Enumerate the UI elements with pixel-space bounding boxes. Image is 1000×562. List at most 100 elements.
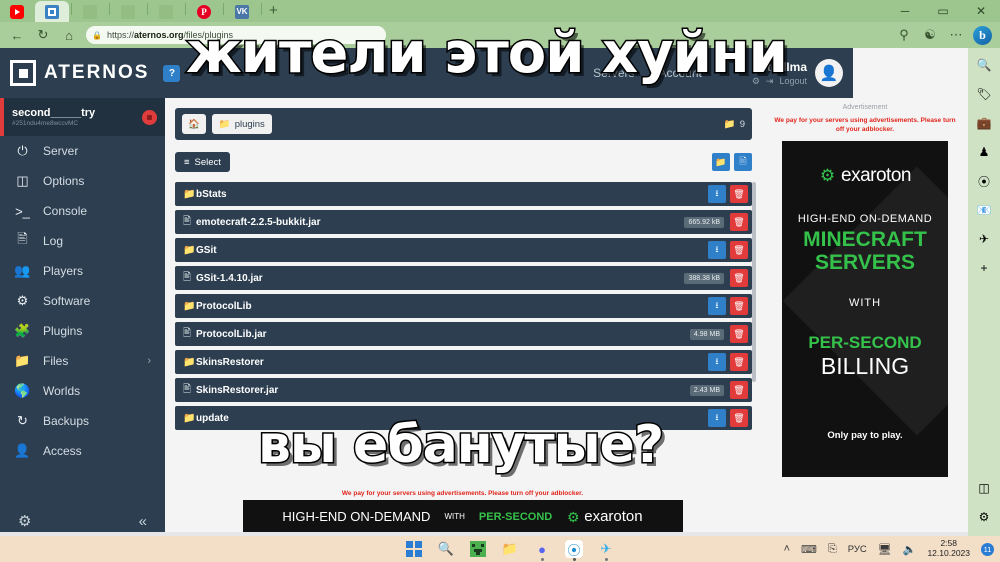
shopping-tag-icon[interactable]: 🏷 xyxy=(975,85,993,103)
browser-tab-aternos[interactable] xyxy=(35,1,69,22)
close-button[interactable]: ✕ xyxy=(962,0,1000,22)
search-icon[interactable]: 🔍 xyxy=(975,56,993,74)
list-scrollbar[interactable] xyxy=(752,182,756,382)
telegram-button[interactable]: ✈ xyxy=(597,540,615,561)
user-lock-icon: 👤 xyxy=(14,443,31,458)
ad-banner[interactable]: ⚙ exaroton HIGH-END ON-DEMAND MINECRAFT … xyxy=(782,140,948,477)
document-icon: 🖹 xyxy=(17,231,28,246)
language-indicator[interactable]: РУС xyxy=(848,544,867,555)
browser-tab-vk[interactable]: VK xyxy=(225,1,259,22)
tab-divider xyxy=(147,3,148,15)
table-row[interactable]: 📁 ProtocolLib ⭳ 🗑 xyxy=(175,294,752,318)
table-row[interactable]: 📁 bStats ⭳ 🗑 xyxy=(175,182,752,206)
table-row[interactable]: 🖹 ProtocolLib.jar 4.98 MB 🗑 xyxy=(175,322,752,346)
keyboard-icon[interactable]: ⌨ xyxy=(801,543,817,556)
browser-tab-5[interactable] xyxy=(149,1,183,22)
file-name: GSit-1.4.10.jar xyxy=(196,272,263,284)
table-row[interactable]: 🖹 emotecraft-2.2.5-bukkit.jar 665.92 kB … xyxy=(175,210,752,234)
volume-icon[interactable]: 🔈 xyxy=(903,543,917,556)
collapse-icon[interactable]: « xyxy=(139,513,147,530)
trash-icon[interactable]: 🗑 xyxy=(730,213,748,231)
row-actions: 🗑 xyxy=(730,269,748,287)
file-explorer-button[interactable]: 📁 xyxy=(501,540,519,558)
sidebar-item-backups[interactable]: ↻ Backups xyxy=(0,406,165,436)
download-icon[interactable]: ⭳ xyxy=(708,297,726,315)
new-file-button[interactable]: 🖹 xyxy=(734,153,752,171)
more-icon[interactable]: ⋯ xyxy=(943,24,969,46)
sidebar-item-server[interactable]: ⏻ Server xyxy=(0,136,165,166)
browser-tab-3[interactable] xyxy=(73,1,107,22)
reload-icon[interactable]: ↻ xyxy=(30,24,56,46)
outlook-icon[interactable]: 📧 xyxy=(975,201,993,219)
start-button[interactable] xyxy=(405,540,423,558)
clock[interactable]: 2:58 12.10.2023 xyxy=(927,538,970,559)
browser-tab-youtube[interactable] xyxy=(0,1,34,22)
sidebar-item-access[interactable]: 👤 Access xyxy=(0,436,165,466)
table-row[interactable]: 📁 SkinsRestorer ⭳ 🗑 xyxy=(175,350,752,374)
new-tab-button[interactable]: + xyxy=(263,2,284,22)
download-icon[interactable]: ⭳ xyxy=(708,353,726,371)
breadcrumb-home[interactable]: 🏠 xyxy=(182,114,206,134)
copilot-icon[interactable]: ⦿ xyxy=(975,172,993,190)
table-row[interactable]: 🖹 GSit-1.4.10.jar 388.38 kB 🗑 xyxy=(175,266,752,290)
browser-tab-pinterest[interactable]: P xyxy=(187,1,221,22)
gear-icon[interactable]: ⚙ xyxy=(18,512,31,530)
maximize-button[interactable]: ▭ xyxy=(924,0,962,22)
bottom-advertisement: We pay for your servers using advertisem… xyxy=(165,488,760,536)
sidebar-item-console[interactable]: >_ Console xyxy=(0,196,165,226)
settings-gear-icon[interactable]: ⚙ xyxy=(975,508,993,526)
browser-tab-4[interactable] xyxy=(111,1,145,22)
sidebar-item-players[interactable]: 👥 Players xyxy=(0,256,165,286)
search-button[interactable]: 🔍 xyxy=(437,540,455,558)
list-icon: ≡ xyxy=(184,156,190,168)
read-aloud-icon[interactable]: ⚲ xyxy=(891,24,917,46)
sidebar-item-options[interactable]: ◫ Options xyxy=(0,166,165,196)
add-icon[interactable]: + xyxy=(975,259,993,277)
ad-banner-bottom[interactable]: HIGH-END ON-DEMAND WITH PER-SECOND ⚙ exa… xyxy=(242,500,683,533)
trash-icon[interactable]: 🗑 xyxy=(730,381,748,399)
avatar[interactable]: 👤 xyxy=(815,59,843,87)
trash-icon[interactable]: 🗑 xyxy=(730,325,748,343)
sidebar-item-log[interactable]: 🖹 Log xyxy=(0,226,165,256)
copilot-bing-button[interactable]: b xyxy=(973,25,992,45)
table-row[interactable]: 📁 GSit ⭳ 🗑 xyxy=(175,238,752,262)
trash-icon[interactable]: 🗑 xyxy=(730,269,748,287)
trash-icon[interactable]: 🗑 xyxy=(730,241,748,259)
network-icon[interactable]: 🖥 xyxy=(878,543,892,556)
back-icon[interactable]: ← xyxy=(4,24,30,46)
download-icon[interactable]: ⭳ xyxy=(708,185,726,203)
sidebar-item-software[interactable]: ⚙ Software xyxy=(0,286,165,316)
help-badge[interactable]: ? xyxy=(163,64,181,82)
touchpad-icon[interactable]: ⎘ xyxy=(828,543,837,556)
notification-badge[interactable]: 11 xyxy=(981,542,994,556)
new-folder-button[interactable]: 📁 xyxy=(712,153,730,171)
ad-line-1: HIGH-END ON-DEMAND xyxy=(282,509,431,524)
sidebar-item-worlds[interactable]: 🌎 Worlds xyxy=(0,376,165,406)
trash-icon[interactable]: 🗑 xyxy=(730,353,748,371)
window-controls: ─ ▭ ✕ xyxy=(886,0,1000,22)
select-button[interactable]: ≡ Select xyxy=(175,152,230,172)
tray-chevron-icon[interactable]: ˄ xyxy=(784,543,790,555)
games-icon[interactable]: ♟ xyxy=(975,143,993,161)
table-row[interactable]: 🖹 SkinsRestorer.jar 2.43 MB 🗑 xyxy=(175,378,752,402)
breadcrumb-plugins[interactable]: 📁 plugins xyxy=(211,114,272,134)
split-screen-icon[interactable]: ◫ xyxy=(975,479,993,497)
download-icon[interactable]: ⭳ xyxy=(708,409,726,427)
collections-icon[interactable]: ☯ xyxy=(917,24,943,46)
tab-divider xyxy=(109,3,110,15)
trash-icon[interactable]: 🗑 xyxy=(730,185,748,203)
download-icon[interactable]: ⭳ xyxy=(708,241,726,259)
server-card[interactable]: second_____try #251ndu4me8wccvMC xyxy=(0,98,165,136)
discord-button[interactable]: ● xyxy=(533,540,551,561)
sidebar-item-files[interactable]: 📁 Files › xyxy=(0,346,165,376)
telegram-icon[interactable]: ✈ xyxy=(975,230,993,248)
home-icon[interactable]: ⌂ xyxy=(56,24,82,46)
row-actions: 🗑 xyxy=(730,325,748,343)
minecraft-button[interactable] xyxy=(469,540,487,558)
minimize-button[interactable]: ─ xyxy=(886,0,924,22)
edge-button[interactable]: ⦿ xyxy=(565,540,583,561)
trash-icon[interactable]: 🗑 xyxy=(730,297,748,315)
tools-briefcase-icon[interactable]: 💼 xyxy=(975,114,993,132)
trash-icon[interactable]: 🗑 xyxy=(730,409,748,427)
sidebar-item-plugins[interactable]: 🧩 Plugins xyxy=(0,316,165,346)
